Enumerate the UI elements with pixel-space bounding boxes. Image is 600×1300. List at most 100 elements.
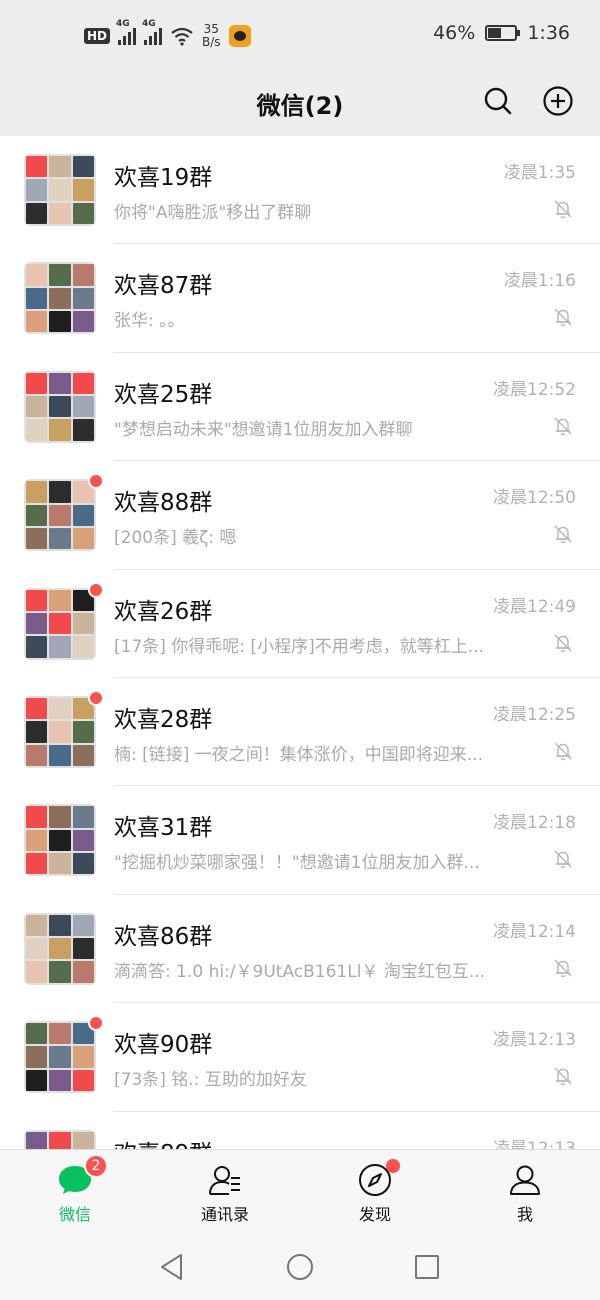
signal-icon: 4G xyxy=(116,19,137,45)
chat-row[interactable]: 欢喜86群 凌晨12:14 滴滴答: 1.0 hi:/￥9UtAcB161Ll￥… xyxy=(0,894,600,1004)
discover-dot xyxy=(386,1159,400,1173)
mute-bell-icon xyxy=(554,634,572,652)
status-bar: HD 4G 4G 35 B/s 46% 1:36 xyxy=(0,0,600,70)
battery-icon xyxy=(485,25,521,41)
mute-bell-icon xyxy=(554,200,572,219)
tab-label: 我 xyxy=(516,1205,533,1224)
mute-bell-icon xyxy=(554,308,572,327)
system-nav-bar xyxy=(0,1236,600,1300)
chat-list[interactable]: 欢喜19群 凌晨1:35 你将"A嗨胜派"移出了群聊 欢喜87群 凌晨1:16 … xyxy=(0,136,600,1149)
sim2-label: 4G xyxy=(142,19,156,29)
tab-label: 微信 xyxy=(58,1205,91,1224)
unread-dot xyxy=(88,1015,104,1032)
mute-bell-icon xyxy=(554,525,572,544)
mute-bell-icon xyxy=(554,742,572,761)
chat-preview: [17条] 你得乖呢: [小程序]不用考虑，就等杠上... xyxy=(114,636,484,657)
net-speed-value: 35 xyxy=(203,22,219,36)
chat-name: 欢喜31群 xyxy=(114,815,213,842)
unread-dot xyxy=(88,473,104,490)
chat-row[interactable]: 欢喜90群 凌晨12:13 [73条] 铭.: 互助的加好友 xyxy=(0,1003,600,1112)
chat-time: 凌晨12:13 xyxy=(493,1138,576,1149)
group-avatar xyxy=(24,587,96,660)
chat-time: 凌晨12:50 xyxy=(493,488,576,509)
chat-preview: [200条] 羲ζ: 嗯 xyxy=(114,528,237,549)
chat-name: 欢喜26群 xyxy=(114,598,213,625)
chat-row[interactable]: 欢喜25群 凌晨12:52 "梦想启动未来"想邀请1位朋友加入群聊 xyxy=(0,352,600,462)
clock: 1:36 xyxy=(527,22,570,44)
mute-bell-icon xyxy=(554,417,572,436)
unread-badge: 2 xyxy=(84,1154,108,1178)
chat-preview: 楠: [链接] 一夜之间！集体涨价，中国即将迎来... xyxy=(114,744,484,765)
chat-time: 凌晨12:18 xyxy=(493,813,576,834)
chat-name: 欢喜19群 xyxy=(114,165,213,191)
search-icon[interactable] xyxy=(482,85,514,117)
battery-percent: 46% xyxy=(433,22,476,44)
wechat-screen: HD 4G 4G 35 B/s 46% 1:36 微信(2) 欢喜19群 凌晨1… xyxy=(0,0,600,1300)
mute-bell-icon xyxy=(554,850,572,869)
group-avatar xyxy=(24,695,96,768)
tab-me[interactable]: 我 xyxy=(450,1150,600,1236)
unread-dot xyxy=(88,581,104,598)
chat-preview: 滴滴答: 1.0 hi:/￥9UtAcB161Ll￥ 淘宝红包互... xyxy=(114,961,486,982)
chat-time: 凌晨1:16 xyxy=(503,271,576,292)
wifi-icon xyxy=(171,27,193,46)
chat-name: 欢喜90群 xyxy=(114,1032,213,1059)
chat-time: 凌晨12:49 xyxy=(493,596,576,617)
group-avatar xyxy=(24,1129,96,1149)
chat-time: 凌晨12:52 xyxy=(493,379,576,400)
mute-bell-icon xyxy=(554,1067,572,1086)
chat-row[interactable]: 欢喜28群 凌晨12:25 楠: [链接] 一夜之间！集体涨价，中国即将迎来..… xyxy=(0,677,600,787)
home-circle-icon[interactable] xyxy=(285,1252,315,1282)
tab-label: 通讯录 xyxy=(200,1205,249,1224)
chat-time: 凌晨12:13 xyxy=(493,1030,576,1051)
chat-time: 凌晨1:35 xyxy=(503,163,576,183)
chat-time: 凌晨12:25 xyxy=(493,704,576,725)
chat-name: 欢喜87群 xyxy=(114,273,213,300)
recents-square-icon[interactable] xyxy=(412,1252,442,1282)
group-avatar xyxy=(24,912,96,985)
chat-row[interactable]: 欢喜88群 凌晨12:50 [200条] 羲ζ: 嗯 xyxy=(0,461,600,570)
chat-name: 欢喜88群 xyxy=(114,490,213,517)
net-speed-unit: B/s xyxy=(202,35,221,49)
chat-row[interactable]: 欢喜26群 凌晨12:49 [17条] 你得乖呢: [小程序]不用考虑，就等杠上… xyxy=(0,569,600,678)
battery-fill xyxy=(488,28,502,38)
network-speed: 35 B/s xyxy=(202,23,221,49)
sim1-label: 4G xyxy=(116,19,130,29)
signal-icon-2: 4G xyxy=(142,19,163,45)
tab-discover[interactable]: 发现 xyxy=(300,1150,450,1236)
chat-row[interactable]: 欢喜87群 凌晨1:16 张华: 。。 xyxy=(0,244,600,353)
add-circle-icon[interactable] xyxy=(542,85,574,117)
mute-bell-icon xyxy=(554,959,572,977)
tab-label: 发现 xyxy=(358,1205,391,1224)
chat-preview: "梦想启动未来"想邀请1位朋友加入群聊 xyxy=(114,419,413,440)
chat-preview: "挖掘机炒菜哪家强！！"想邀请1位朋友加入群... xyxy=(114,853,480,874)
chat-preview: 张华: 。。 xyxy=(114,311,185,332)
notification-app-icon xyxy=(228,25,251,47)
person-icon xyxy=(510,1165,540,1195)
back-triangle-icon[interactable] xyxy=(157,1252,187,1282)
group-avatar xyxy=(24,804,96,877)
unread-dot xyxy=(88,689,104,706)
chat-preview: [73条] 铭.: 互助的加好友 xyxy=(114,1070,307,1091)
tab-bar: 2 微信 通讯录 发现 我 xyxy=(0,1149,600,1236)
chat-preview: 你将"A嗨胜派"移出了群聊 xyxy=(114,203,312,223)
status-right: 46% 1:36 xyxy=(433,22,570,44)
status-left: HD 4G 4G 35 B/s xyxy=(84,19,251,52)
group-avatar xyxy=(24,1021,96,1094)
group-avatar xyxy=(24,479,96,552)
chat-row[interactable]: 欢喜19群 凌晨1:35 你将"A嗨胜派"移出了群聊 xyxy=(0,136,600,245)
chat-name: 欢喜28群 xyxy=(114,706,213,733)
chat-time: 凌晨12:14 xyxy=(493,921,576,942)
group-avatar xyxy=(24,370,96,443)
header: 微信(2) xyxy=(0,70,600,136)
contacts-icon xyxy=(209,1166,240,1195)
chat-name: 欢喜89群 xyxy=(114,1134,212,1149)
hd-indicator: HD xyxy=(84,28,111,44)
group-avatar xyxy=(24,262,96,335)
tab-chats[interactable]: 2 微信 xyxy=(0,1150,150,1236)
chat-row[interactable]: 欢喜31群 凌晨12:18 "挖掘机炒菜哪家强！！"想邀请1位朋友加入群... xyxy=(0,786,600,895)
group-avatar xyxy=(24,154,96,226)
chat-name: 欢喜25群 xyxy=(114,381,213,408)
tab-contacts[interactable]: 通讯录 xyxy=(150,1150,300,1236)
chat-row[interactable]: 欢喜89群 凌晨12:13 xyxy=(0,1111,600,1149)
